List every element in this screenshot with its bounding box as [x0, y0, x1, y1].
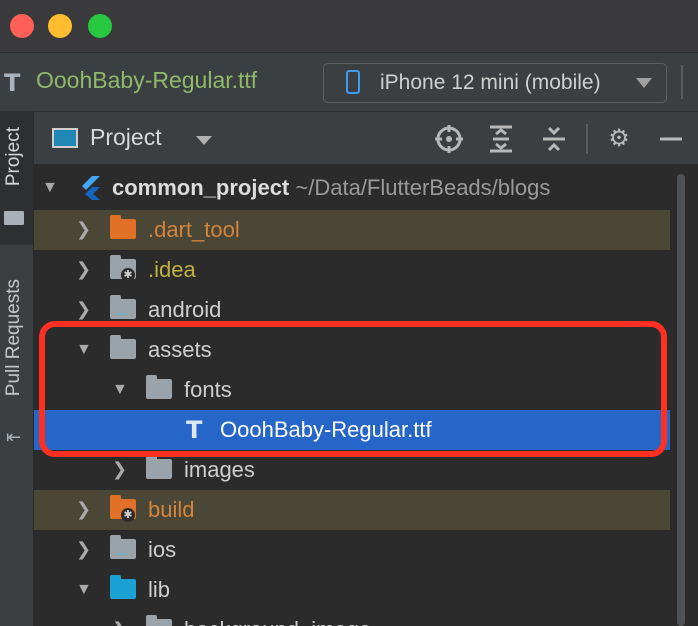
- root-project-name: common_project: [112, 175, 290, 200]
- tree-item-label: lib: [148, 577, 171, 602]
- expand-all-icon[interactable]: [486, 124, 516, 154]
- tree-item-lib[interactable]: ▼ lib: [34, 570, 670, 610]
- device-selector[interactable]: iPhone 12 mini (mobile): [323, 63, 667, 103]
- close-window-button[interactable]: [10, 14, 34, 38]
- main-toolbar: T OoohBaby-Regular.ttf iPhone 12 mini (m…: [0, 53, 698, 112]
- root-label-wrap: common_project ~/Data/FlutterBeads/blogs: [112, 175, 550, 201]
- scrollbar-thumb[interactable]: [677, 174, 685, 626]
- chevron-right-icon[interactable]: ❯: [112, 619, 127, 626]
- tree-item-images[interactable]: ❯ images: [34, 450, 670, 490]
- tree-item-label: build: [148, 497, 195, 522]
- font-file-icon: T: [4, 69, 21, 97]
- tab-project[interactable]: Project: [0, 111, 33, 245]
- project-tree[interactable]: ▼ common_project ~/Data/FlutterBeads/blo…: [34, 164, 698, 626]
- chevron-down-icon[interactable]: ▼: [76, 581, 92, 599]
- chevron-down-icon[interactable]: [196, 136, 212, 145]
- tree-item-label: fonts: [184, 377, 232, 402]
- gear-icon[interactable]: ⚙: [604, 124, 634, 154]
- tree-item-build[interactable]: ❯ ✱ build: [34, 490, 670, 530]
- tree-root-row[interactable]: ▼ common_project ~/Data/FlutterBeads/blo…: [34, 168, 670, 208]
- excluded-folder-icon: ✱: [110, 495, 136, 522]
- chevron-down-icon[interactable]: ▼: [76, 341, 92, 359]
- zoom-window-button[interactable]: [88, 14, 112, 38]
- tree-item-font-file[interactable]: T OoohBaby-Regular.ttf: [34, 410, 670, 450]
- tree-item-background-image[interactable]: ❯ background_image: [34, 610, 670, 626]
- tree-item-label: background_image: [184, 617, 371, 626]
- chevron-down-icon[interactable]: ▼: [112, 381, 128, 399]
- tree-item-label: OoohBaby-Regular.ttf: [220, 417, 432, 442]
- pull-request-icon: ⇤: [6, 427, 22, 447]
- tree-item-label: .dart_tool: [148, 217, 240, 242]
- chevron-right-icon[interactable]: ❯: [76, 299, 91, 320]
- device-selector-label: iPhone 12 mini (mobile): [380, 71, 601, 94]
- tree-item-label: assets: [148, 337, 212, 362]
- header-divider: [586, 124, 588, 154]
- folder-icon: [146, 455, 172, 479]
- chevron-right-icon[interactable]: ❯: [112, 459, 127, 480]
- root-project-path: ~/Data/FlutterBeads/blogs: [295, 175, 551, 200]
- tree-scrollbar[interactable]: [674, 170, 688, 626]
- chevron-right-icon[interactable]: ❯: [76, 219, 91, 240]
- toolbar-divider: [681, 65, 683, 99]
- tree-item-assets[interactable]: ▼ assets: [34, 330, 670, 370]
- folder-icon: [146, 375, 172, 399]
- flutter-icon: [82, 176, 100, 200]
- source-folder-icon: [110, 575, 136, 599]
- tool-window-strip: Project Pull Requests ⇤: [0, 111, 34, 626]
- tree-item-ios[interactable]: ❯ ▪▪▪ ios: [34, 530, 670, 570]
- tree-item-label: android: [148, 297, 222, 322]
- locate-icon[interactable]: [434, 124, 464, 154]
- hide-icon[interactable]: [656, 124, 686, 154]
- chevron-right-icon[interactable]: ❯: [76, 499, 91, 520]
- tree-item-idea[interactable]: ❯ ✱ .idea: [34, 250, 670, 290]
- tree-item-label: ios: [148, 537, 177, 562]
- minimize-window-button[interactable]: [48, 14, 72, 38]
- tab-pull-requests[interactable]: Pull Requests: [3, 279, 25, 396]
- folder-icon: [146, 615, 172, 626]
- chevron-down-icon[interactable]: ▼: [42, 179, 58, 197]
- font-file-icon: T: [186, 416, 203, 444]
- module-folder-icon: ▪▪▪: [110, 535, 136, 559]
- tab-project-label: Project: [3, 127, 24, 187]
- module-folder-icon: ▪▪▪: [110, 295, 136, 319]
- folder-icon: [110, 335, 136, 359]
- tree-item-fonts[interactable]: ▼ fonts: [34, 370, 670, 410]
- phone-icon: [346, 70, 360, 94]
- chevron-right-icon[interactable]: ❯: [76, 259, 91, 280]
- tree-item-android[interactable]: ❯ ▪▪▪ android: [34, 290, 670, 330]
- project-window-icon: [52, 128, 78, 148]
- folder-icon: [4, 211, 24, 225]
- excluded-folder-icon: [110, 215, 136, 239]
- window-titlebar: [0, 0, 698, 53]
- config-folder-icon: ✱: [110, 255, 136, 282]
- project-panel-header: Project ⚙: [34, 112, 698, 164]
- panel-title[interactable]: Project: [90, 124, 162, 151]
- chevron-right-icon[interactable]: ❯: [76, 539, 91, 560]
- chevron-down-icon: [636, 78, 652, 88]
- tree-item-label: .idea: [148, 257, 196, 282]
- tree-item-dart-tool[interactable]: ❯ .dart_tool: [34, 210, 670, 250]
- tree-item-label: images: [184, 457, 255, 482]
- collapse-all-icon[interactable]: [539, 124, 569, 154]
- navigation-file-name[interactable]: OoohBaby-Regular.ttf: [36, 67, 257, 94]
